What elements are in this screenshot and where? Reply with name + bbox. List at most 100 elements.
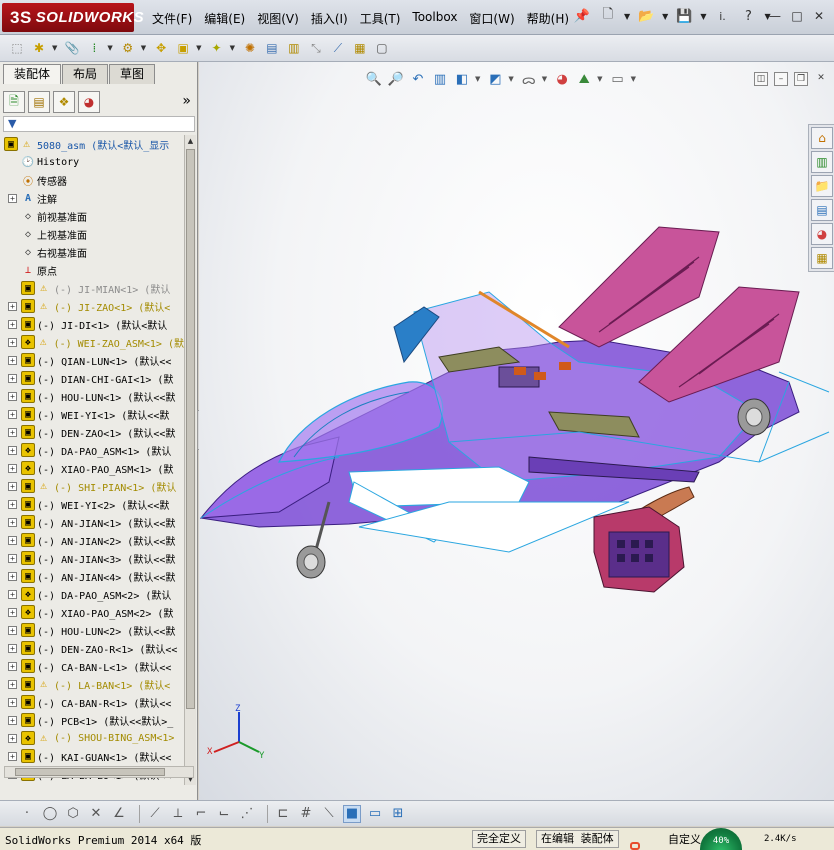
expand-icon[interactable]: + (8, 607, 17, 617)
electronics-chip-shape[interactable] (534, 372, 546, 380)
help-question-icon[interactable]: ? (738, 6, 758, 26)
scroll-up-icon[interactable]: ▲ (185, 135, 196, 147)
insert-component-icon[interactable]: ⬚ (8, 39, 26, 57)
tab-assembly[interactable]: 装配体 (3, 64, 62, 84)
expand-icon[interactable]: + (8, 193, 17, 203)
close-button[interactable]: ✕ (810, 8, 828, 26)
open-folder-icon[interactable]: 📂 (636, 6, 656, 26)
mirror-icon[interactable]: ⟋ (146, 805, 164, 823)
tree-item[interactable]: + ▣ (-) WEI-YI<1> (默认<<默 (0, 405, 184, 423)
fillet-icon[interactable]: ⌙ (215, 805, 233, 823)
electronics-chip-shape[interactable] (559, 362, 571, 370)
tree-item[interactable]: ◇ 前视基准面 (0, 207, 184, 225)
maximize-button[interactable]: □ (788, 8, 806, 26)
tree-item[interactable]: + ▣ ⚠ (-) LA-BAN<1> (默认< (0, 675, 184, 693)
tree-item[interactable]: + ❖ (-) DA-PAO_ASM<2> (默认 (0, 585, 184, 603)
tree-item[interactable]: + ❖ (-) XIAO-PAO_ASM<2> (默 (0, 603, 184, 621)
tree-horizontal-scrollbar[interactable] (4, 766, 194, 778)
menu-edit[interactable]: 编辑(E) (204, 10, 245, 27)
configuration-manager-icon[interactable]: ❖ (53, 91, 75, 113)
property-manager-icon[interactable]: ▤ (28, 91, 50, 113)
exploded-view-icon[interactable]: ⤡ (307, 39, 325, 57)
smart-fasteners-icon[interactable]: ⚙ (119, 39, 137, 57)
four-view-icon[interactable]: ⊞ (389, 805, 407, 823)
minimize-button[interactable]: — (766, 8, 784, 26)
trim-icon[interactable]: ✕ (87, 805, 105, 823)
graphics-area[interactable]: 🔍 🔎 ↶ ▥ ◧ ▼ ◩ ▼ ᯅ ▼ ◕ ⛰ ▼ ▭ ▼ ◫ – ❐ ✕ ⌂ ▥ 📁 ▤… (199, 62, 834, 800)
tab-sketch[interactable]: 草图 (109, 64, 156, 84)
corner-icon[interactable]: ⌐ (192, 805, 210, 823)
expand-icon[interactable]: + (8, 409, 17, 419)
scrollbar-thumb[interactable] (15, 768, 165, 776)
tree-item[interactable]: + ▣ (-) DIAN-CHI-GAI<1> (默 (0, 369, 184, 387)
expand-icon[interactable]: + (8, 391, 17, 401)
smart-dimension-icon[interactable]: ⊏ (274, 805, 292, 823)
mate-icon[interactable]: 📎 (63, 39, 81, 57)
instant3d-icon[interactable]: ▢ (373, 39, 391, 57)
menu-toolbox[interactable]: Toolbox (412, 10, 457, 27)
tree-item[interactable]: + A 注解 (0, 189, 184, 207)
filter-icon[interactable]: ▼ (8, 117, 16, 130)
move-component-icon[interactable]: ✥ (152, 39, 170, 57)
tree-item[interactable]: ◇ 上视基准面 (0, 225, 184, 243)
new-part-icon[interactable]: ✱ (30, 39, 48, 57)
expand-icon[interactable]: + (8, 589, 17, 599)
show-hidden-icon[interactable]: ▣ (174, 39, 192, 57)
point-icon[interactable]: · (18, 805, 36, 823)
expand-icon[interactable]: + (8, 445, 17, 455)
grid-icon[interactable]: # (297, 805, 315, 823)
menu-insert[interactable]: 插入(I) (311, 10, 348, 27)
tree-item[interactable]: + ▣ (-) AN-JIAN<3> (默认<<默 (0, 549, 184, 567)
menu-view[interactable]: 视图(V) (257, 10, 299, 27)
interference-detection-icon[interactable]: ▦ (351, 39, 369, 57)
tree-item[interactable]: + ▣ (-) PCB<1> (默认<<默认>_ (0, 711, 184, 729)
tree-item[interactable]: + ▣ (-) HOU-LUN<1> (默认<<默 (0, 387, 184, 405)
explode-line-sketch-icon[interactable]: ⟋ (329, 39, 347, 57)
expand-icon[interactable]: + (8, 553, 17, 563)
tree-item[interactable]: + ▣ (-) DEN-ZAO<1> (默认<<默 (0, 423, 184, 441)
tree-item[interactable]: + ❖ ⚠ (-) SHOU-BING_ASM<1> (0, 729, 184, 747)
expand-icon[interactable]: + (8, 319, 17, 329)
expand-icon[interactable]: + (8, 373, 17, 383)
chevron-down-icon[interactable]: ▼ (230, 44, 235, 52)
relations-icon[interactable]: ⟍ (320, 805, 338, 823)
expand-icon[interactable]: + (8, 715, 17, 725)
expand-icon[interactable]: + (8, 751, 17, 761)
expand-icon[interactable]: + (8, 679, 17, 689)
new-motion-study-icon[interactable]: ▤ (263, 39, 281, 57)
chevron-right-icon[interactable]: » (182, 93, 191, 109)
expand-icon[interactable]: + (8, 625, 17, 635)
linear-pattern-icon[interactable]: ⁞ (85, 39, 103, 57)
expand-icon[interactable]: + (8, 733, 17, 743)
menu-file[interactable]: 文件(F) (152, 10, 192, 27)
expand-icon[interactable]: + (8, 697, 17, 707)
electronics-chip-shape[interactable] (514, 367, 526, 375)
tree-item[interactable]: + ▣ (-) AN-JIAN<4> (默认<<默 (0, 567, 184, 585)
tree-item[interactable]: + ▣ ⚠ (-) SHI-PIAN<1> (默认 (0, 477, 184, 495)
scrollbar-thumb[interactable] (186, 149, 195, 709)
tree-item[interactable]: + ▣ (-) CA-BAN-R<1> (默认<< (0, 693, 184, 711)
tree-item[interactable]: ⦿ 传感器 (0, 171, 184, 189)
expand-icon[interactable]: + (8, 355, 17, 365)
expand-icon[interactable]: + (8, 463, 17, 473)
tree-item[interactable]: ◇ 右视基准面 (0, 243, 184, 261)
tab-layout[interactable]: 布局 (62, 64, 109, 84)
shaded-view-icon[interactable]: ■ (343, 804, 361, 823)
tree-item[interactable]: ⊥ 原点 (0, 261, 184, 279)
expand-icon[interactable]: + (8, 571, 17, 581)
polygon-icon[interactable]: ⬡ (64, 805, 82, 823)
tree-item[interactable]: + ▣ (-) WEI-YI<2> (默认<<默 (0, 495, 184, 513)
chevron-down-icon[interactable]: ▼ (107, 44, 112, 52)
angle-icon[interactable]: ∠ (110, 805, 128, 823)
tree-item[interactable]: + ▣ (-) QIAN-LUN<1> (默认<< (0, 351, 184, 369)
new-document-icon[interactable]: 🗋 (598, 6, 618, 26)
tree-item[interactable]: + ❖ ⚠ (-) WEI-ZAO_ASM<1> (默 (0, 333, 184, 351)
chevron-down-icon[interactable]: ▼ (52, 44, 57, 52)
tree-item[interactable]: + ▣ (-) CA-BAN-L<1> (默认<< (0, 657, 184, 675)
tree-filter-bar[interactable]: ▼ (3, 116, 195, 132)
solidworks-logo[interactable]: 3S SOLIDWORKS (2, 3, 144, 32)
bill-of-materials-icon[interactable]: ▥ (285, 39, 303, 57)
rear-landing-gear[interactable] (737, 398, 771, 436)
save-icon[interactable]: 💾 (674, 6, 694, 26)
wireframe-view-icon[interactable]: ▭ (366, 805, 384, 823)
